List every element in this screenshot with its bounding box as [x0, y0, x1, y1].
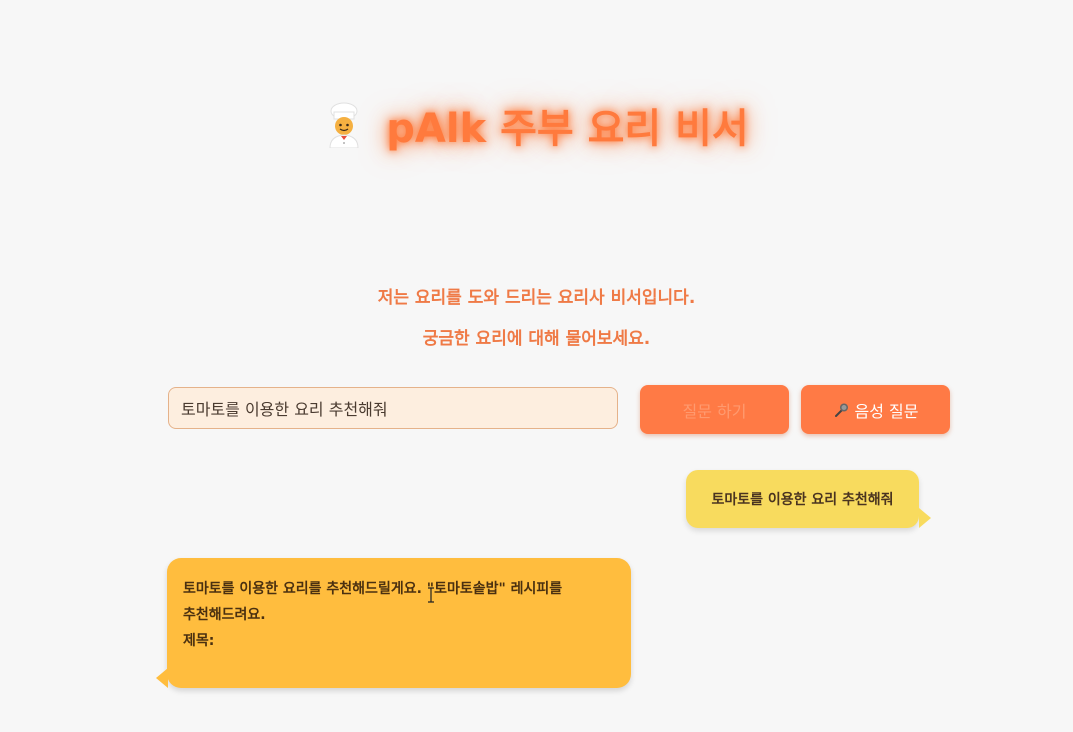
app-title: pAlk 주부 요리 비서 — [0, 96, 1073, 154]
voice-question-button[interactable]: 음성 질문 — [801, 385, 950, 434]
bubble-tail — [156, 668, 168, 688]
app-page: pAlk 주부 요리 비서 저는 요리를 도와 드리는 요리사 비서입니다. 궁… — [0, 0, 1073, 732]
chef-icon — [324, 102, 364, 148]
assistant-message-line: 추천해드려요. — [183, 607, 266, 623]
ask-button-label: 질문 하기 — [682, 401, 747, 421]
intro-line-1: 저는 요리를 도와 드리는 요리사 비서입니다. — [377, 288, 696, 308]
text-cursor-icon — [427, 587, 435, 603]
user-message-text: 토마토를 이용한 요리 추천해줘 — [711, 492, 894, 508]
assistant-message-line: 토마토를 이용한 요리를 추천해드릴게요. "토마토솥밥" 레시피를 — [183, 581, 563, 597]
assistant-message-line: 제목: — [183, 633, 215, 649]
voice-button-label: 음성 질문 — [854, 401, 919, 421]
ask-button[interactable]: 질문 하기 — [640, 385, 789, 434]
user-message-bubble: 토마토를 이용한 요리 추천해줘 — [686, 470, 931, 528]
assistant-message-bubble: 토마토를 이용한 요리를 추천해드릴게요. "토마토솥밥" 레시피를 추천해드려… — [156, 558, 631, 688]
microphone-icon — [833, 402, 849, 418]
bubble-tail — [919, 508, 931, 528]
app-title-text: pAlk 주부 요리 비서 — [386, 106, 749, 152]
intro-line-2: 궁금한 요리에 대해 물어보세요. — [422, 329, 651, 349]
question-input[interactable] — [168, 387, 618, 429]
